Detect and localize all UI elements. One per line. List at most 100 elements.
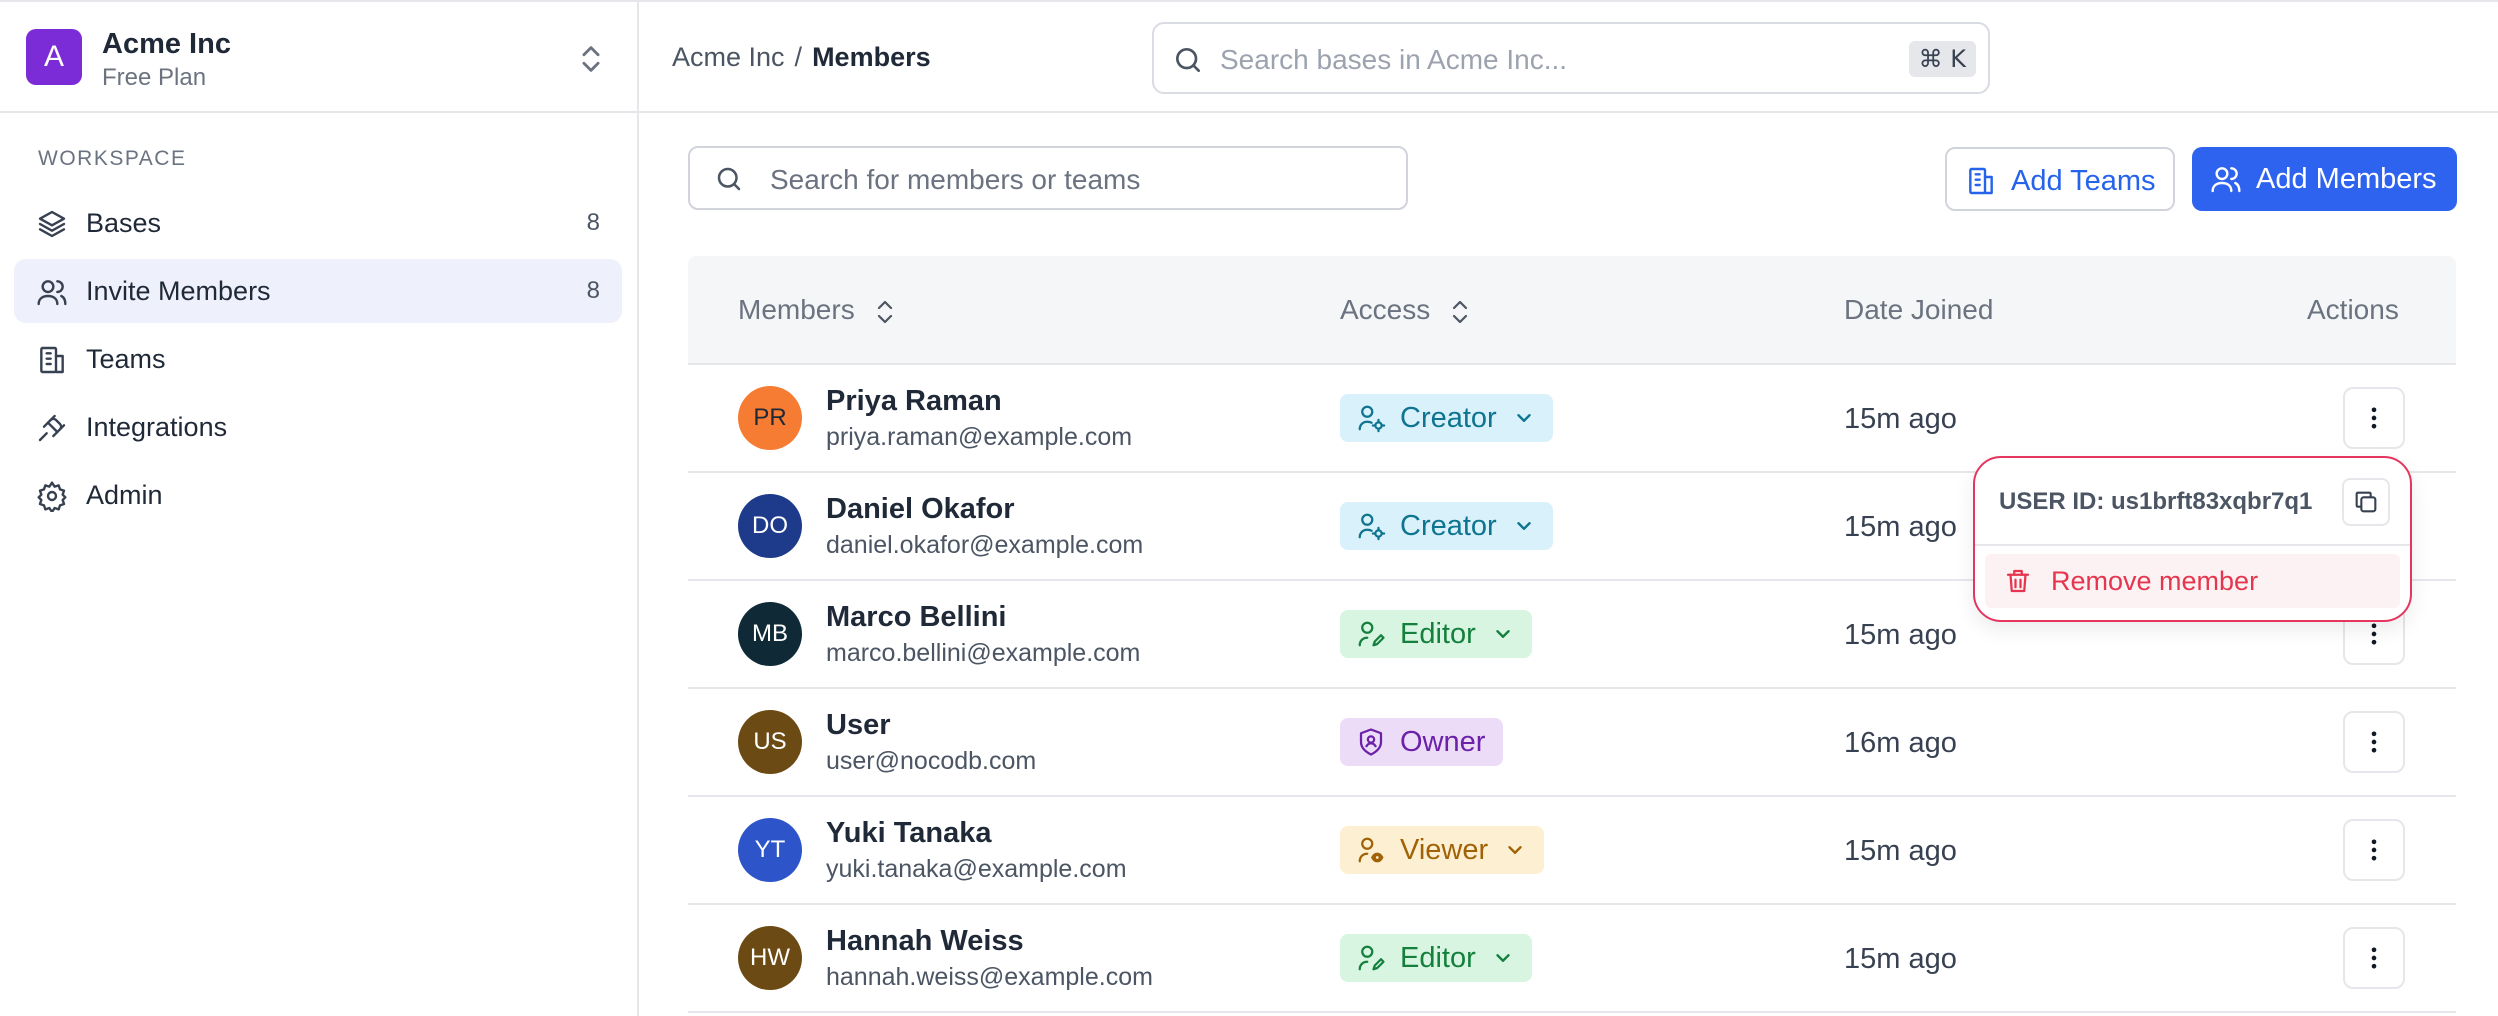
add-teams-button[interactable]: Add Teams xyxy=(1945,147,2175,211)
sort-icon[interactable] xyxy=(873,296,897,328)
table-row: YT Yuki Tanaka yuki.tanaka@example.com View… xyxy=(688,797,2456,905)
table-row: HW Hannah Weiss hannah.weiss@example.com Ed… xyxy=(688,905,2456,1013)
topbar: Acme Inc / Members Search bases in Acme In… xyxy=(639,0,2498,113)
building-icon xyxy=(40,346,64,374)
member-email: marco.bellini@example.com xyxy=(826,639,1141,667)
menu-divider xyxy=(1975,544,2410,546)
date-joined: 15m ago xyxy=(1844,835,1957,867)
member-name: Priya Raman xyxy=(826,385,1002,417)
workspace-name: Acme Inc xyxy=(102,28,231,60)
role-label: Editor xyxy=(1400,941,1476,974)
table-row: US User user@nocodb.com Owner 16m ago xyxy=(688,689,2456,797)
row-actions-button[interactable] xyxy=(2343,819,2405,881)
add-members-label: Add Members xyxy=(2256,163,2437,195)
table-header: Members Access Date Joined Actions xyxy=(688,256,2456,365)
global-search-input[interactable]: Search bases in Acme Inc... xyxy=(1220,44,1567,76)
row-actions-button[interactable] xyxy=(2343,927,2405,989)
sidebar-item-admin[interactable]: Admin xyxy=(14,463,622,527)
sidebar-item-label: Bases xyxy=(86,207,162,238)
column-header-label: Access xyxy=(1340,294,1431,325)
members-table: Members Access Date Joined Actions PR Pri… xyxy=(688,256,2456,1013)
sidebar-item-count: 8 xyxy=(586,277,600,304)
sidebar-item-teams[interactable]: Teams xyxy=(14,327,622,391)
sidebar-item-label: Teams xyxy=(86,343,166,374)
role-selector[interactable]: Viewer xyxy=(1340,826,1545,874)
role-selector[interactable]: Creator xyxy=(1340,502,1553,550)
role-selector[interactable]: Editor xyxy=(1340,610,1532,658)
avatar: PR xyxy=(738,386,802,450)
chevron-down-icon xyxy=(1508,846,1522,854)
global-search[interactable]: Search bases in Acme Inc... ⌘ K xyxy=(1152,22,1990,94)
member-name: Marco Bellini xyxy=(826,601,1007,633)
more-vertical-icon xyxy=(2371,947,2377,969)
chevron-down-icon xyxy=(1517,414,1531,422)
member-email: hannah.weiss@example.com xyxy=(826,963,1153,991)
sidebar-item-label: Admin xyxy=(86,479,163,510)
member-email: priya.raman@example.com xyxy=(826,423,1133,451)
user-cog-icon xyxy=(1358,513,1386,541)
add-teams-label: Add Teams xyxy=(2011,165,2156,197)
search-icon xyxy=(1176,48,1200,72)
date-joined: 15m ago xyxy=(1844,943,1957,975)
user-edit-icon xyxy=(1358,621,1385,647)
remove-member-label: Remove member xyxy=(2051,566,2259,596)
role-label: Owner xyxy=(1400,725,1486,758)
more-vertical-icon xyxy=(2371,407,2377,429)
sidebar-item-integrations[interactable]: Integrations xyxy=(14,395,622,459)
sidebar-item-invite-members[interactable]: Invite Members 8 xyxy=(14,259,622,323)
search-icon xyxy=(717,167,741,191)
member-email: user@nocodb.com xyxy=(826,747,1037,775)
sidebar-item-count: 8 xyxy=(586,209,600,236)
member-email: daniel.okafor@example.com xyxy=(826,531,1144,559)
section-label: WORKSPACE xyxy=(38,147,187,170)
copy-button[interactable] xyxy=(2342,478,2390,526)
app: A Acme Inc Free Plan WORKSPACE Bases 8 I… xyxy=(0,0,2498,1016)
role-selector[interactable]: Editor xyxy=(1340,934,1532,982)
layers-icon xyxy=(38,210,66,238)
sidebar-item-label: Integrations xyxy=(86,411,228,442)
row-actions-button[interactable] xyxy=(2343,387,2405,449)
sort-icon[interactable] xyxy=(1448,296,1472,328)
avatar: MB xyxy=(738,602,802,666)
avatar: DO xyxy=(738,494,802,558)
member-search-input[interactable]: Search for members or teams xyxy=(770,164,1140,196)
member-search[interactable]: Search for members or teams xyxy=(688,146,1408,210)
sidebar-item-label: Invite Members xyxy=(86,275,271,306)
sidebar-item-bases[interactable]: Bases 8 xyxy=(14,191,622,255)
plug-icon xyxy=(38,414,66,442)
date-joined: 16m ago xyxy=(1844,727,1957,759)
column-header-date: Date Joined xyxy=(1844,294,1994,325)
column-header-members[interactable]: Members xyxy=(738,294,897,328)
member-email: yuki.tanaka@example.com xyxy=(826,855,1127,883)
chevron-down-icon xyxy=(1496,954,1510,962)
column-header-access[interactable]: Access xyxy=(1340,294,1472,328)
gear-icon xyxy=(37,481,67,512)
more-vertical-icon xyxy=(2371,731,2377,753)
chevron-up-down-icon[interactable] xyxy=(574,42,608,76)
add-members-button[interactable]: Add Members xyxy=(2192,147,2457,211)
user-view-icon xyxy=(1358,837,1384,863)
avatar: HW xyxy=(738,926,802,990)
role-label: Creator xyxy=(1400,509,1497,542)
date-joined: 15m ago xyxy=(1844,511,1957,543)
breadcrumb-root[interactable]: Acme Inc xyxy=(672,42,785,72)
more-vertical-icon xyxy=(2371,839,2377,861)
row-actions-button[interactable] xyxy=(2343,711,2405,773)
users-icon xyxy=(2211,167,2241,193)
remove-member-item[interactable]: Remove member xyxy=(1985,554,2400,608)
column-header-label: Members xyxy=(738,294,855,325)
member-name: Daniel Okafor xyxy=(826,493,1015,525)
workspace-switcher[interactable]: A Acme Inc Free Plan xyxy=(0,0,637,113)
role-selector[interactable]: Creator xyxy=(1340,394,1553,442)
breadcrumb-current: Members xyxy=(812,42,931,72)
workspace-avatar: A xyxy=(26,29,82,85)
chevron-down-icon xyxy=(1496,630,1510,638)
workspace-plan: Free Plan xyxy=(102,64,207,91)
role-selector: Owner xyxy=(1340,718,1504,766)
avatar: US xyxy=(738,710,802,774)
column-header-actions: Actions xyxy=(2307,294,2399,325)
user-id-label: USER ID: us1brft83xqbr7q1 xyxy=(1999,488,2313,515)
role-label: Viewer xyxy=(1400,833,1489,866)
member-actions-menu: USER ID: us1brft83xqbr7q1 Remove member xyxy=(1973,456,2412,622)
copy-icon xyxy=(2355,491,2377,513)
